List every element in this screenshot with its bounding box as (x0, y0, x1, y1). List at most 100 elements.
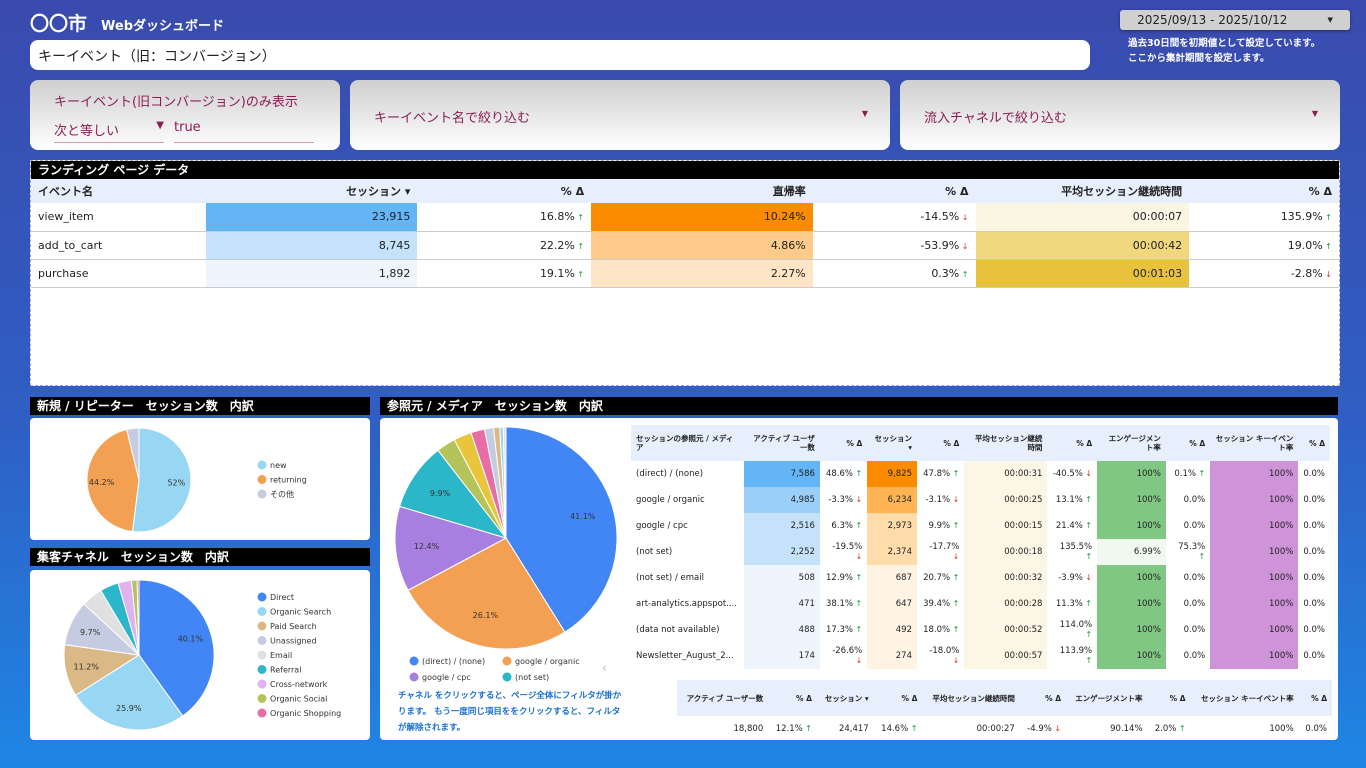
cell-value: 00:00:18 (1004, 547, 1043, 557)
column-header[interactable]: セッションの参照元 / メディア (631, 425, 745, 461)
table-row[interactable]: Newsletter_August_2... 174 -26.6% ↓ 274 -18.… (631, 643, 1330, 669)
table-row[interactable]: (not set) 2,252 -19.5% ↓ 2,374 -17.7% ↓ 00:00… (631, 539, 1330, 565)
summary-cell: -4.9% ↓ (1020, 716, 1066, 742)
column-header[interactable]: エンゲージメント率 (1097, 425, 1166, 461)
column-header[interactable]: セッション ▾ (816, 680, 874, 716)
filter-value-input[interactable]: true (174, 120, 314, 143)
column-header[interactable]: 平均セッション継続時間 (922, 680, 1020, 716)
legend-dot (257, 475, 267, 484)
legend-label[interactable]: Referral (270, 666, 301, 675)
cell-value: 7,586 (790, 469, 815, 479)
cell-sessions: 23,915 (205, 203, 418, 232)
column-header[interactable]: % Δ (1019, 680, 1067, 716)
cell-value: 100% (1269, 724, 1294, 734)
legend-label[interactable]: Email (270, 651, 292, 660)
keyevent-only-filter[interactable]: キーイベント(旧コンバージョン)のみ表示 次と等しい ▼ true (30, 80, 340, 150)
column-header[interactable]: % Δ (819, 425, 868, 461)
cell: 00:00:18 (964, 539, 1048, 565)
cell-s_d: 16.8% ↑ (417, 203, 592, 232)
column-header[interactable]: 平均セッション継続時間 (964, 425, 1048, 461)
cell-value: 135.9% (1280, 210, 1323, 224)
legend-label[interactable]: google / cpc (422, 673, 471, 682)
arrow-up-icon: ↑ (853, 625, 863, 634)
cell: art-analytics.appspot.... (631, 591, 744, 617)
newrep-pie-chart[interactable]: 52% 44.2% new returning その他 (30, 418, 370, 540)
cell: 00:00:31 (964, 461, 1048, 487)
column-header[interactable]: アクティブ ユーザー数 (744, 425, 820, 461)
legend-label[interactable]: Organic Social (270, 695, 327, 704)
cell: google / cpc (631, 513, 744, 539)
legend-label[interactable]: (direct) / (none) (422, 657, 485, 666)
cell-value: art-analytics.appspot.... (636, 599, 737, 609)
keyevent-name-filter[interactable]: キーイベント名で絞り込む ▼ (350, 80, 890, 150)
table-row[interactable]: art-analytics.appspot.... 471 38.1% ↑ 647 39… (631, 591, 1330, 617)
column-header[interactable]: % Δ (1147, 680, 1191, 716)
cell-value: 12.1% (775, 724, 803, 734)
cell-value: 0.0% (1183, 625, 1206, 635)
column-header[interactable]: % Δ (1298, 425, 1330, 461)
cell: 6.99% (1097, 539, 1166, 565)
cell-value: 00:00:42 (1132, 238, 1183, 252)
table-row[interactable]: (not set) / email 508 12.9% ↑ 687 20.7% ↑ 00:… (631, 565, 1330, 591)
table-row[interactable]: purchase 1,892 19.1% ↑ 2.27% 0.3% ↑ 00:01:03-… (31, 259, 1339, 288)
column-header[interactable]: セッション ▾ (867, 425, 917, 461)
legend-label[interactable]: Unassigned (270, 637, 317, 646)
legend-label[interactable]: Cross-network (270, 680, 328, 689)
cell-value: 11.3% (1055, 599, 1083, 609)
legend-label[interactable]: Organic Shopping (270, 709, 341, 718)
legend-label[interactable]: Direct (270, 593, 294, 602)
column-header[interactable]: セッション キーイベント率 (1210, 425, 1299, 461)
cell: 2,252 (744, 539, 820, 565)
column-header[interactable]: % Δ (917, 425, 965, 461)
column-header[interactable]: エンゲージメント率 (1066, 680, 1148, 716)
filter-label: キーイベント(旧コンバージョン)のみ表示 (54, 95, 298, 110)
cell-avg: 00:01:03 (975, 259, 1190, 288)
cell-value: 100% (1269, 599, 1294, 609)
section-title: 新規 / リピーター セッション数 内訳 (30, 397, 370, 415)
cell: 100% (1210, 617, 1299, 643)
column-header[interactable]: % Δ (1165, 425, 1211, 461)
arrow-down-icon: ↓ (959, 213, 969, 223)
click-hint: チャネル をクリックすると、ページ全体にフィルタが掛かります。 もう一度同じ項目… (398, 691, 622, 733)
legend-label[interactable]: new (270, 461, 287, 470)
cell: 100% (1097, 617, 1166, 643)
table-row[interactable]: (data not available) 488 17.3% ↑ 492 18.0% ↑… (631, 617, 1330, 643)
cell-s_d: 19.1% ↑ (417, 259, 592, 288)
operator-select[interactable]: 次と等しい ▼ (54, 120, 164, 143)
legend-label[interactable]: google / organic (515, 657, 580, 666)
cell: 2,374 (867, 539, 917, 565)
operator-value: 次と等しい (54, 124, 120, 139)
referral-pie-chart[interactable]: 41.1% 26.1% 12.4% 9.9% (direct) / (none) goog… (380, 418, 630, 688)
summary-cell: 2.0% ↑ (1148, 716, 1191, 742)
cell-value: 18,800 (733, 724, 764, 734)
legend-label[interactable]: returning (270, 476, 307, 485)
column-header[interactable]: % Δ (768, 680, 817, 716)
date-range-picker[interactable]: 2025/09/13 - 2025/10/12 ▼ (1120, 10, 1350, 30)
slice-label: 44.2% (89, 478, 115, 487)
table-row[interactable]: google / organic 4,985 -3.3% ↓ 6,234 -3.1% ↓… (631, 487, 1330, 513)
legend-prev-icon[interactable]: ‹ (602, 661, 607, 675)
column-header[interactable]: セッション キーイベント率 (1190, 680, 1299, 716)
legend-label[interactable]: その他 (270, 489, 294, 499)
column-header[interactable]: セッション ▾ (205, 179, 418, 203)
legend-label[interactable]: (not set) (515, 673, 549, 682)
cell: 00:00:52 (964, 617, 1048, 643)
table-row[interactable]: add_to_cart 8,745 22.2% ↑ 4.86% -53.9% ↓ 00:0… (31, 231, 1339, 260)
legend-label[interactable]: Organic Search (270, 608, 331, 617)
channel-pie-chart[interactable]: 40.1% 25.9% 11.2% 9.7% Direct Organic Search P… (30, 570, 370, 740)
column-header[interactable]: % Δ (873, 680, 923, 716)
table-row[interactable]: google / cpc 2,516 6.3% ↑ 2,973 9.9% ↑ 00:00:… (631, 513, 1330, 539)
cell-value: 100% (1269, 651, 1294, 661)
column-header[interactable]: % Δ (1298, 680, 1332, 716)
column-header: 平均セッション継続時間 (975, 179, 1190, 203)
table-row[interactable]: (direct) / (none) 7,586 48.6% ↑ 9,825 47.8% … (631, 461, 1330, 487)
table-row[interactable]: view_item 23,915 16.8% ↑ 10.24% -14.5% ↓ 00:0… (31, 203, 1339, 232)
column-header[interactable]: % Δ (1047, 425, 1098, 461)
cell-value: 0.0% (1183, 599, 1206, 609)
cell-value: 0.1% (1174, 469, 1196, 479)
arrow-up-icon: ↑ (950, 599, 960, 608)
channel-filter[interactable]: 流入チャネルで絞り込む ▼ (900, 80, 1340, 150)
legend-label[interactable]: Paid Search (270, 622, 317, 631)
cell-value: 174 (798, 651, 815, 661)
column-header[interactable]: アクティブ ユーザー数 (677, 680, 769, 716)
